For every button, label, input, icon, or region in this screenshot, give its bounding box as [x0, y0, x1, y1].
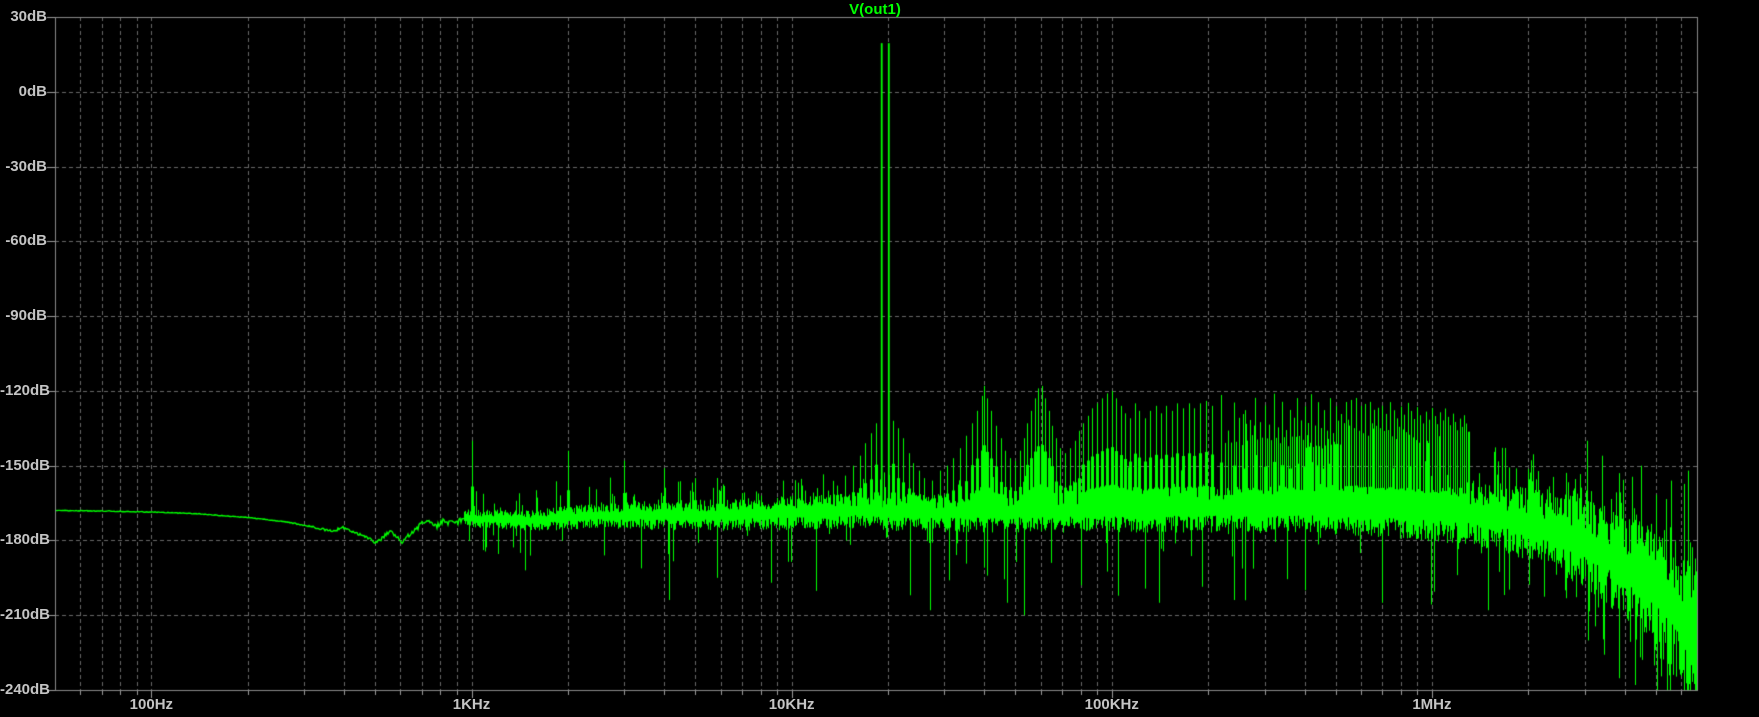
y-axis-tick-label: -30dB: [5, 157, 47, 175]
ltspice-waveform-window: V(out1) 30dB 0dB -30dB -60dB -90dB -120dB -150…: [0, 0, 1759, 717]
fft-plot-canvas[interactable]: [0, 0, 1759, 717]
y-axis-tick-label: -90dB: [5, 307, 47, 325]
x-axis-tick-label: 100Hz: [129, 696, 174, 713]
y-axis-tick-label: -120dB: [0, 381, 51, 399]
x-axis-tick-label: 1MHz: [1412, 696, 1452, 713]
x-axis-tick-label: 1KHz: [452, 696, 491, 713]
y-axis-tick-label: -180dB: [0, 531, 51, 549]
x-axis-tick-label: 10KHz: [768, 696, 815, 713]
x-axis-tick-label: 100KHz: [1084, 696, 1139, 713]
trace-legend-label[interactable]: V(out1): [795, 1, 955, 18]
y-axis-tick-label: -240dB: [0, 681, 51, 698]
y-axis-tick-label: 0dB: [18, 82, 47, 100]
y-axis-tick-label: -150dB: [0, 456, 51, 474]
y-axis-tick-label: -210dB: [0, 606, 51, 624]
y-axis-tick-label: 30dB: [10, 8, 47, 25]
y-axis-tick-label: -60dB: [5, 232, 47, 250]
